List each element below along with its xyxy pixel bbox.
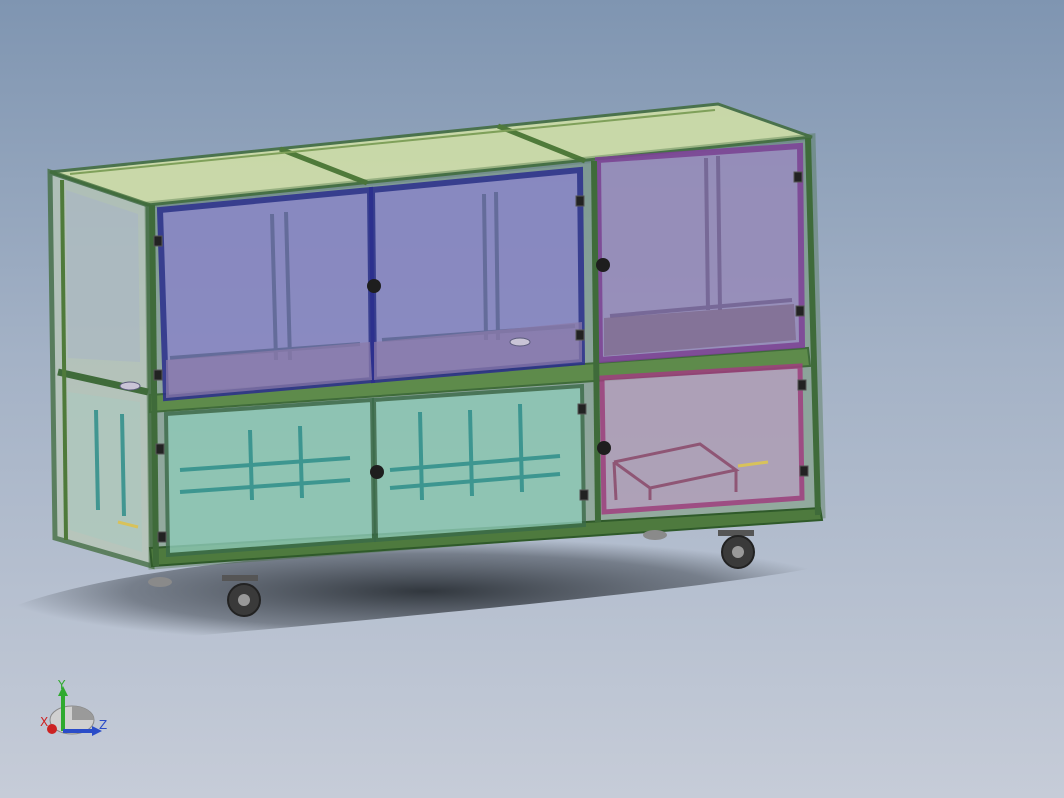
left-side-upper-glass (66, 190, 140, 362)
door-lower-left-a[interactable] (163, 397, 377, 558)
cad-graphics-viewport[interactable]: Y X Z (0, 0, 1064, 798)
triad-y-label: Y (58, 678, 66, 692)
left-side-lower-glass (68, 392, 142, 552)
shelf-hole-2 (509, 337, 531, 347)
door-lower-right[interactable] (599, 363, 805, 515)
triad-x-label: X (40, 715, 49, 729)
triad-z-label: Z (99, 718, 108, 732)
cabinet-model[interactable] (0, 0, 1064, 798)
shelf-hole-1 (119, 381, 141, 391)
